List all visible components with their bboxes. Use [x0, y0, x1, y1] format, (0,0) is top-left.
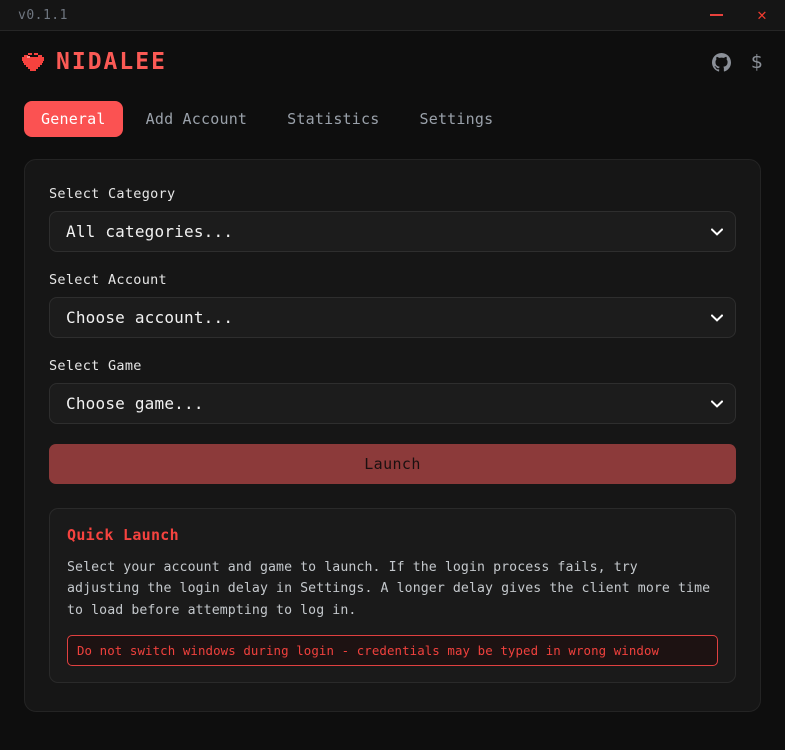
quick-launch-description: Select your account and game to launch. … [67, 560, 711, 618]
general-panel: Select Category All categories... Select… [24, 159, 761, 712]
tab-settings[interactable]: Settings [402, 101, 510, 137]
select-category[interactable]: All categories... [49, 211, 736, 252]
select-account[interactable]: Choose account... [49, 297, 736, 338]
minimize-icon [709, 14, 723, 16]
select-game-label: Select Game [49, 358, 142, 374]
select-category-label: Select Category [49, 186, 176, 202]
tab-general[interactable]: General [24, 101, 123, 137]
minimize-button[interactable] [693, 0, 739, 31]
titlebar: v0.1.1 ✕ [0, 0, 785, 31]
select-account-wrap: Choose account... [49, 297, 736, 338]
quick-launch-warning: Do not switch windows during login - cre… [67, 635, 718, 667]
select-game[interactable]: Choose game... [49, 383, 736, 424]
tab-bar: General Add Account Statistics Settings [0, 93, 785, 145]
brand-name: NIDALEE [56, 49, 167, 75]
window-controls: ✕ [693, 0, 785, 31]
header-icon-group: $ [711, 52, 763, 72]
launch-button[interactable]: Launch [49, 444, 736, 484]
github-icon[interactable] [711, 52, 731, 72]
tab-statistics[interactable]: Statistics [270, 101, 396, 137]
select-category-wrap: All categories... [49, 211, 736, 252]
dollar-icon[interactable]: $ [751, 52, 763, 72]
select-account-label: Select Account [49, 272, 167, 288]
select-game-wrap: Choose game... [49, 383, 736, 424]
heart-icon [22, 53, 44, 71]
app-version-label: v0.1.1 [18, 7, 68, 23]
github-glyph [711, 52, 731, 72]
quick-launch-panel: Quick Launch Select your account and gam… [49, 508, 736, 684]
tab-add-account[interactable]: Add Account [129, 101, 265, 137]
brand: NIDALEE [22, 49, 167, 75]
quick-launch-title: Quick Launch [67, 526, 179, 544]
app-header: NIDALEE $ [0, 31, 785, 93]
close-button[interactable]: ✕ [739, 0, 785, 31]
